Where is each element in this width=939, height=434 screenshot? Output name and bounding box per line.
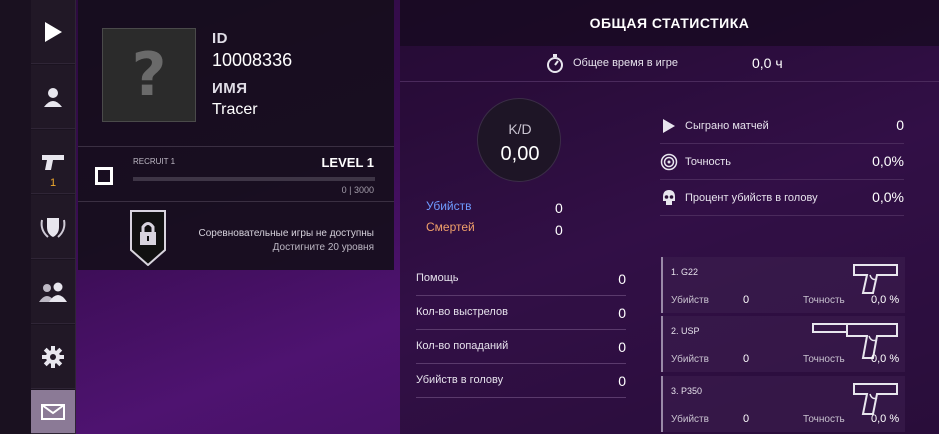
name-value: Tracer [212, 101, 258, 118]
nav-friends[interactable] [31, 260, 75, 324]
play-icon [45, 21, 62, 42]
nav-profile[interactable] [31, 65, 75, 129]
weapon-kills-label: Убийств [671, 414, 709, 425]
weapon-name: 1. G22 [671, 267, 699, 277]
name-label: ИМЯ [212, 80, 248, 97]
headshot-kills-value: 0 [618, 373, 626, 389]
id-value: 10008336 [212, 50, 293, 70]
shots-row: Кол-во выстрелов 0 [416, 296, 626, 330]
hits-value: 0 [618, 339, 626, 355]
id-label: ID [212, 30, 228, 47]
gear-icon [42, 345, 64, 368]
profile-panel: ? ID 10008336 ИМЯ Tracer RECRUIT 1 LEVEL… [78, 0, 394, 270]
matches-played-value: 0 [896, 117, 904, 133]
hits-row: Кол-во попаданий 0 [416, 330, 626, 364]
rank-icon [95, 167, 113, 185]
xp-progress-bar [133, 177, 375, 181]
xp-text: 0 | 3000 [341, 185, 374, 195]
accuracy-label: Точность [685, 156, 731, 168]
pistol-icon [853, 264, 898, 294]
nav-settings[interactable] [31, 325, 75, 389]
weapon-card[interactable]: 3. P350 Убийств 0 Точность 0,0 % [661, 376, 905, 432]
kd-circle: K/D 0,00 [477, 98, 561, 182]
nav-clan[interactable] [31, 195, 75, 259]
weapon-kills-value: 0 [743, 353, 750, 365]
shots-label: Кол-во выстрелов [416, 306, 508, 318]
kills-label: Убийств [426, 199, 472, 213]
play-icon [663, 119, 675, 133]
matches-played-row: Сыграно матчей 0 [660, 108, 904, 144]
pistol-icon [42, 154, 64, 170]
pistol-icon [853, 383, 898, 415]
hits-label: Кол-во попаданий [416, 340, 509, 352]
weapon-accuracy-value: 0,0 % [871, 353, 900, 365]
nav-play[interactable] [31, 0, 75, 64]
kills-value: 0 [555, 200, 563, 216]
competitive-requirement-text: Достигните 20 уровня [272, 242, 374, 253]
rank-row: RECRUIT 1 LEVEL 1 0 | 3000 [78, 146, 394, 202]
assists-value: 0 [618, 271, 626, 287]
accuracy-row: Точность 0,0% [660, 144, 904, 180]
rank-name: RECRUIT 1 [133, 157, 176, 166]
weapon-kills-label: Убийств [671, 354, 709, 365]
weapon-name: 2. USP [671, 326, 700, 336]
accuracy-value: 0,0% [872, 153, 904, 169]
weapon-kills-value: 0 [743, 294, 750, 306]
headshot-kills-row: Убийств в голову 0 [416, 364, 626, 398]
total-time-label: Общее время в игре [573, 57, 679, 69]
envelope-icon [41, 403, 65, 420]
headshot-percent-label: Процент убийств в голову [685, 192, 818, 204]
weapons-badge: 1 [49, 177, 57, 189]
weapon-accuracy-label: Точность [803, 354, 845, 365]
competitive-unavailable-text: Соревновательные игры не доступны [198, 228, 374, 239]
deaths-label: Смертей [426, 220, 475, 234]
headshot-percent-value: 0,0% [872, 189, 904, 205]
weapon-accuracy-value: 0,0 % [871, 294, 900, 306]
assists-label: Помощь [416, 272, 459, 284]
kd-label: K/D [508, 121, 532, 137]
skull-icon [663, 190, 675, 205]
weapon-accuracy-value: 0,0 % [871, 413, 900, 425]
stats-panel: ОБЩАЯ СТАТИСТИКА Общее время в игре 0,0 … [400, 0, 939, 434]
nav-mail[interactable] [31, 390, 75, 434]
level-label: LEVEL 1 [321, 155, 374, 170]
avatar-placeholder-glyph: ? [131, 40, 167, 110]
weapon-kills-label: Убийств [671, 295, 709, 306]
side-nav: 1 [0, 0, 76, 434]
weapon-accuracy-label: Точность [803, 295, 845, 306]
weapon-name: 3. P350 [671, 386, 703, 396]
nav-weapons[interactable]: 1 [31, 130, 75, 194]
kd-value: 0,00 [500, 143, 540, 165]
assists-row: Помощь 0 [416, 262, 626, 296]
weapon-card[interactable]: 2. USP Убийств 0 Точность 0,0 % [661, 316, 905, 372]
target-icon [660, 153, 678, 171]
nav-strip [0, 0, 31, 434]
weapon-card[interactable]: 1. G22 Убийств 0 Точность 0,0 % [661, 257, 905, 313]
avatar[interactable]: ? [102, 28, 196, 122]
people-icon [39, 282, 67, 302]
stats-title: ОБЩАЯ СТАТИСТИКА [400, 0, 939, 46]
lock-shield-icon [130, 210, 166, 266]
headshot-percent-row: Процент убийств в голову 0,0% [660, 180, 904, 216]
deaths-value: 0 [555, 222, 563, 238]
person-icon [44, 87, 62, 107]
wreath-shield-icon [40, 217, 66, 238]
total-time-value: 0,0 ч [752, 55, 783, 71]
headshot-kills-label: Убийств в голову [416, 374, 504, 386]
shots-value: 0 [618, 305, 626, 321]
stopwatch-icon [547, 54, 563, 73]
weapon-kills-value: 0 [743, 413, 750, 425]
weapon-accuracy-label: Точность [803, 414, 845, 425]
total-time-row: Общее время в игре 0,0 ч [400, 46, 939, 82]
matches-played-label: Сыграно матчей [685, 120, 769, 132]
